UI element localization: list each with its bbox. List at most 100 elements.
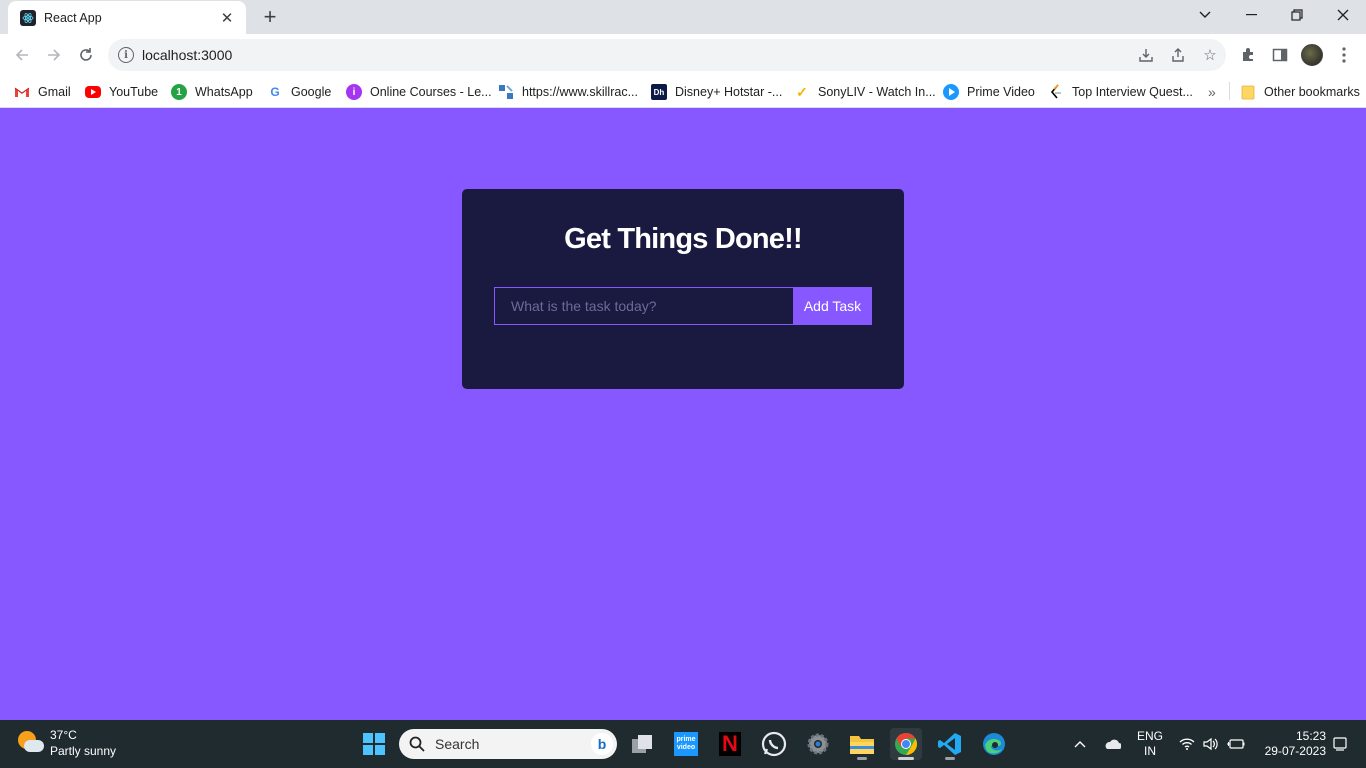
bing-icon: b: [591, 733, 613, 755]
notification-icon[interactable]: [1330, 720, 1350, 768]
clock-time: 15:23: [1295, 729, 1326, 743]
reload-icon[interactable]: [71, 40, 101, 70]
bookmark-gmail[interactable]: Gmail: [14, 81, 71, 103]
bookmarks-separator: [1229, 82, 1230, 100]
install-app-icon[interactable]: [1130, 41, 1162, 69]
running-indicator: [945, 757, 955, 760]
taskbar-search[interactable]: Search b: [399, 729, 617, 759]
bookmark-skillrack[interactable]: https://www.skillrac...: [498, 81, 638, 103]
bookmark-label: Google: [291, 85, 332, 99]
running-indicator: [857, 757, 867, 760]
taskbar-clock[interactable]: 15:23 29-07-2023: [1256, 729, 1326, 759]
extensions-icon[interactable]: [1233, 40, 1263, 70]
bookmark-label: YouTube: [109, 85, 159, 99]
bookmark-top-interview[interactable]: Top Interview Quest...: [1048, 81, 1193, 103]
restore-icon[interactable]: [1274, 0, 1320, 30]
bookmark-label: Online Courses - Le...: [370, 85, 492, 99]
sonyliv-icon: ✓: [796, 83, 808, 100]
bookmarks-bar: Gmail YouTube 1 WhatsApp G Google i Onli…: [0, 76, 1366, 108]
profile-avatar[interactable]: [1297, 40, 1327, 70]
side-panel-icon[interactable]: [1265, 40, 1295, 70]
more-bookmarks-icon[interactable]: »: [1208, 81, 1216, 103]
onedrive-icon[interactable]: [1100, 720, 1124, 768]
new-tab-icon[interactable]: +: [256, 4, 284, 30]
bookmark-label: Top Interview Quest...: [1072, 85, 1193, 99]
youtube-icon: [85, 86, 101, 98]
gmail-icon: [14, 84, 30, 100]
avatar-icon: [1301, 44, 1323, 66]
add-task-button[interactable]: Add Task: [793, 287, 872, 325]
bookmark-online-courses[interactable]: i Online Courses - Le...: [346, 81, 492, 103]
tab-close-icon[interactable]: ✕: [218, 9, 236, 27]
bookmark-label: Gmail: [38, 85, 71, 99]
bookmark-sonyliv[interactable]: ✓ SonyLIV - Watch In...: [794, 81, 936, 103]
prime-video-icon: [943, 84, 959, 100]
bookmark-youtube[interactable]: YouTube: [85, 81, 158, 103]
address-bar[interactable]: i localhost:3000 ☆: [108, 39, 1226, 71]
folder-icon: [1240, 84, 1256, 100]
bookmark-whatsapp[interactable]: 1 WhatsApp: [171, 81, 253, 103]
chrome-icon[interactable]: [890, 728, 922, 760]
site-info-icon[interactable]: i: [118, 47, 134, 63]
bookmark-label: Disney+ Hotstar -...: [675, 85, 783, 99]
search-label: Search: [435, 736, 480, 752]
leetcode-icon: [1048, 84, 1064, 100]
tab-strip: React App ✕ +: [0, 0, 1366, 34]
back-icon[interactable]: [7, 40, 37, 70]
bookmark-label: WhatsApp: [195, 85, 253, 99]
battery-icon[interactable]: [1224, 720, 1248, 768]
partly-sunny-icon: [16, 729, 44, 757]
weather-condition: Partly sunny: [50, 744, 117, 758]
whatsapp-app-icon[interactable]: [758, 728, 790, 760]
clock-date: 29-07-2023: [1264, 744, 1326, 758]
bookmark-prime-video[interactable]: Prime Video: [943, 81, 1035, 103]
tab-title: React App: [44, 10, 102, 25]
language-top: ENG: [1136, 729, 1163, 743]
vscode-icon[interactable]: [934, 728, 966, 760]
bookmark-label: SonyLIV - Watch In...: [818, 85, 936, 99]
share-icon[interactable]: [1162, 41, 1194, 69]
bookmark-star-icon[interactable]: ☆: [1194, 41, 1226, 69]
start-icon[interactable]: [358, 728, 390, 760]
todo-card: Get Things Done!! Add Task: [462, 189, 904, 389]
settings-icon[interactable]: [802, 728, 834, 760]
browser-toolbar: i localhost:3000 ☆: [0, 34, 1366, 76]
whatsapp-icon: 1: [171, 84, 187, 100]
url-text: localhost:3000: [142, 47, 233, 63]
show-hidden-icons[interactable]: [1068, 720, 1092, 768]
tab-search-icon[interactable]: [1182, 0, 1228, 30]
page-title: Get Things Done!!: [564, 223, 803, 255]
volume-icon[interactable]: [1200, 720, 1222, 768]
menu-icon[interactable]: [1329, 40, 1359, 70]
google-icon: G: [270, 85, 280, 99]
weather-temperature: 37°C: [50, 728, 77, 742]
wifi-icon[interactable]: [1176, 720, 1198, 768]
task-input[interactable]: [494, 287, 794, 325]
react-icon: [20, 9, 36, 26]
language-indicator[interactable]: ENG IN: [1134, 720, 1166, 768]
bookmark-label: https://www.skillrac...: [522, 85, 638, 99]
minimize-icon[interactable]: [1228, 0, 1274, 30]
active-indicator: [898, 757, 914, 760]
prime-video-app-icon[interactable]: prime video: [670, 728, 702, 760]
hotstar-icon: Dh: [651, 84, 667, 100]
weather-widget[interactable]: 37°C Partly sunny: [16, 727, 116, 759]
language-bottom: IN: [1144, 744, 1156, 758]
page-content: Get Things Done!! Add Task: [0, 109, 1366, 720]
task-view-icon[interactable]: [626, 728, 658, 760]
bookmark-hotstar[interactable]: Dh Disney+ Hotstar -...: [651, 81, 782, 103]
bookmark-google[interactable]: G Google: [267, 81, 331, 103]
bookmark-label: Prime Video: [967, 85, 1035, 99]
file-explorer-icon[interactable]: [846, 728, 878, 760]
edge-icon[interactable]: [978, 728, 1010, 760]
skillrack-icon: [498, 84, 514, 100]
taskbar: 37°C Partly sunny Search b primevideo N: [0, 720, 1366, 768]
close-window-icon[interactable]: [1320, 0, 1366, 30]
other-bookmarks-label: Other bookmarks: [1264, 85, 1360, 99]
browser-tab[interactable]: React App ✕: [8, 1, 246, 34]
other-bookmarks-folder[interactable]: Other bookmarks: [1240, 81, 1360, 103]
search-icon: [409, 736, 425, 752]
courses-icon: i: [346, 84, 362, 100]
forward-icon[interactable]: [39, 40, 69, 70]
netflix-icon[interactable]: N: [714, 728, 746, 760]
